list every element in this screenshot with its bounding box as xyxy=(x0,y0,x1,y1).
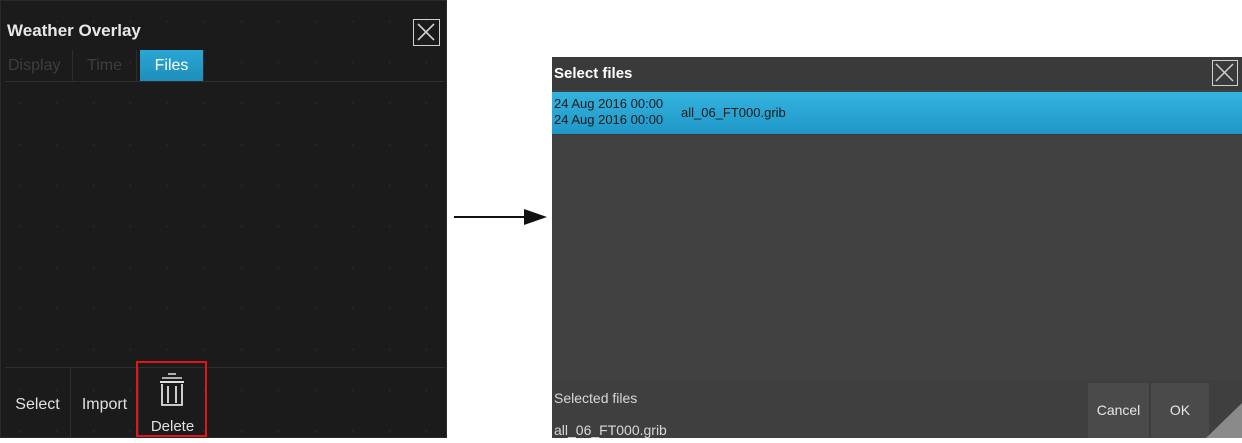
close-icon[interactable] xyxy=(413,19,440,46)
weather-overlay-panel: Weather Overlay Display Time Files Selec… xyxy=(0,0,447,438)
tab-display[interactable]: Display xyxy=(5,50,73,81)
selected-files-label: Selected files xyxy=(554,390,638,406)
import-button[interactable]: Import xyxy=(71,368,139,438)
arrow-right-icon xyxy=(454,206,548,233)
tab-time[interactable]: Time xyxy=(73,50,137,81)
file-list-item[interactable]: 24 Aug 2016 00:00 24 Aug 2016 00:00 all_… xyxy=(552,92,1242,134)
panel-title: Weather Overlay xyxy=(7,21,141,40)
dialog-title: Select files xyxy=(554,65,633,82)
select-files-dialog: Select files 24 Aug 2016 00:00 24 Aug 20… xyxy=(552,57,1242,438)
select-button[interactable]: Select xyxy=(5,368,71,438)
ok-button[interactable]: OK xyxy=(1151,383,1209,438)
cancel-button[interactable]: Cancel xyxy=(1088,383,1150,438)
import-button-label: Import xyxy=(81,396,128,413)
file-name: all_06_FT000.grib xyxy=(681,105,786,120)
tab-files[interactable]: Files xyxy=(140,50,204,81)
delete-highlight-box xyxy=(136,361,207,437)
file-dates: 24 Aug 2016 00:00 24 Aug 2016 00:00 xyxy=(554,96,663,128)
close-icon[interactable] xyxy=(1212,60,1238,86)
tab-bar: Display Time Files xyxy=(5,50,204,81)
resize-grip-icon[interactable] xyxy=(1206,403,1242,443)
dialog-footer: Selected files all_06_FT000.grib Cancel … xyxy=(552,380,1242,438)
file-date-to: 24 Aug 2016 00:00 xyxy=(554,112,664,127)
tab-divider xyxy=(5,81,445,82)
select-button-label: Select xyxy=(15,396,60,413)
list-divider xyxy=(552,134,1242,135)
dialog-header: Select files xyxy=(552,57,1242,90)
file-date-from: 24 Aug 2016 00:00 xyxy=(554,96,664,111)
selected-files-value: all_06_FT000.grib xyxy=(554,422,667,438)
